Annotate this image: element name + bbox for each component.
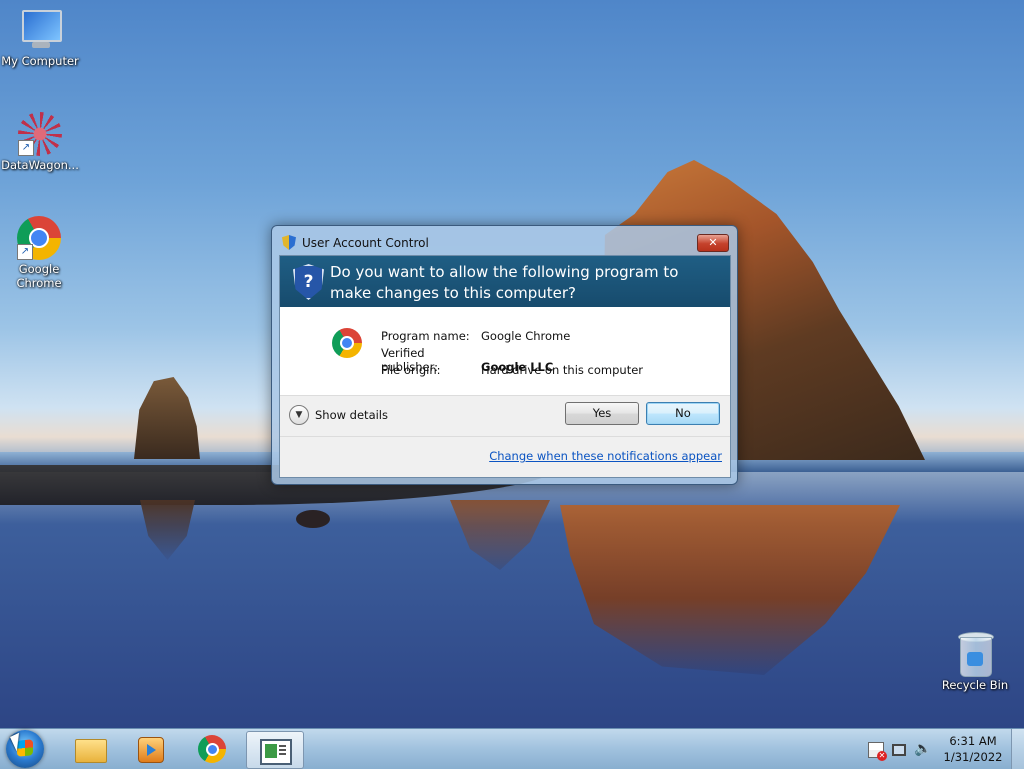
show-desktop-button[interactable]: [1011, 729, 1024, 769]
desktop-icon-google-chrome[interactable]: ↗ Google Chrome: [0, 216, 79, 290]
uac-dialog: User Account Control ✕ ? Do you want to …: [271, 225, 738, 485]
uac-question-shield-icon: ?: [293, 264, 324, 300]
uac-body: ? Do you want to allow the following pro…: [279, 255, 731, 478]
uac-title: User Account Control: [302, 236, 429, 250]
clock-date: 1/31/2022: [943, 750, 1003, 764]
taskbar-uac-window[interactable]: [246, 731, 304, 769]
windows-explorer-icon: [75, 739, 107, 763]
divider: [280, 436, 730, 437]
action-center-flag-icon[interactable]: [868, 742, 887, 761]
shortcut-arrow-icon: ↗: [18, 140, 34, 156]
program-name-row: Program name: Google Chrome: [381, 329, 570, 343]
rock-reflection: [560, 505, 900, 675]
program-name-value: Google Chrome: [481, 329, 571, 343]
volume-icon[interactable]: 🔈: [914, 742, 931, 756]
chrome-icon: [332, 328, 362, 358]
origin-row: File origin: Hard drive on this computer: [381, 363, 643, 377]
pebble: [296, 510, 330, 528]
recycle-bin-icon: [957, 632, 994, 677]
small-rock: [134, 377, 200, 459]
desktop-icon-my-computer[interactable]: My Computer: [0, 8, 80, 68]
small-rock-reflection: [140, 500, 195, 560]
desktop-icon-recycle-bin[interactable]: Recycle Bin: [935, 632, 1015, 692]
desktop-icon-label: Recycle Bin: [941, 678, 1009, 692]
taskbar-google-chrome[interactable]: [184, 731, 240, 767]
desktop-icon-label: Google Chrome: [16, 262, 62, 290]
uac-shield-icon: [282, 235, 296, 250]
chrome-icon: [198, 735, 226, 763]
desktop-icon-label: DataWagon...: [1, 158, 79, 172]
network-icon[interactable]: [892, 744, 906, 756]
datawagon-icon: ↗: [18, 112, 62, 156]
origin-value: Hard drive on this computer: [481, 363, 644, 377]
show-details-link[interactable]: Show details: [315, 408, 388, 422]
yes-button[interactable]: Yes: [565, 402, 639, 425]
desktop-icon-label: My Computer: [1, 54, 79, 68]
chevron-down-icon[interactable]: ▼: [289, 405, 309, 425]
uac-question: Do you want to allow the following progr…: [330, 263, 679, 302]
uac-program-info: Program name: Google Chrome Verified publ…: [280, 307, 730, 396]
computer-icon: [18, 8, 62, 52]
program-name-label: Program name:: [381, 329, 470, 343]
no-button[interactable]: No: [646, 402, 720, 425]
taskbar: 🔈 6:31 AM 1/31/2022: [0, 728, 1024, 769]
desktop-icon-datawagon[interactable]: ↗ DataWagon...: [0, 112, 80, 172]
rock-reflection-mid: [450, 500, 550, 570]
system-clock[interactable]: 6:31 AM 1/31/2022: [940, 733, 1006, 765]
shortcut-arrow-icon: ↗: [17, 244, 33, 260]
origin-label: File origin:: [381, 363, 441, 377]
taskbar-windows-explorer[interactable]: [61, 731, 117, 767]
uac-banner: ? Do you want to allow the following pro…: [280, 256, 730, 307]
chrome-icon: ↗: [17, 216, 61, 260]
uac-window-icon: [260, 739, 292, 765]
taskbar-media-player[interactable]: [120, 731, 176, 767]
media-player-icon: [138, 737, 164, 763]
close-button[interactable]: ✕: [697, 234, 729, 252]
change-notifications-link[interactable]: Change when these notifications appear: [489, 449, 722, 463]
uac-title-bar[interactable]: User Account Control ✕: [272, 226, 737, 254]
clock-time: 6:31 AM: [949, 734, 997, 748]
